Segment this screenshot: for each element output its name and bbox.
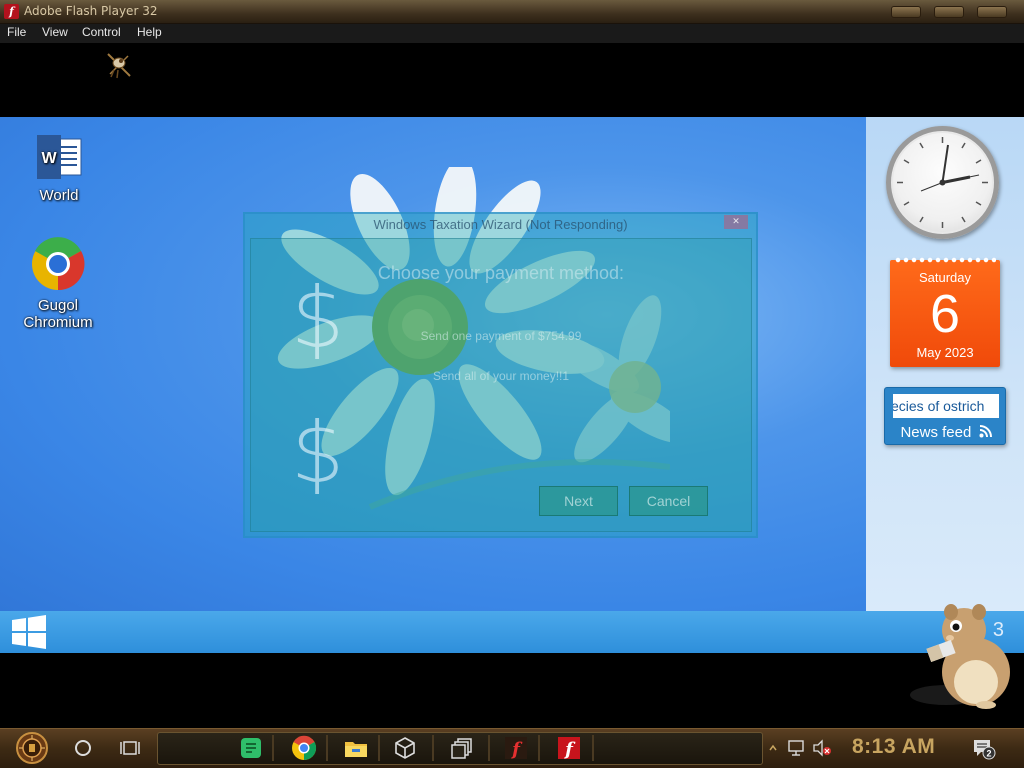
rss-icon <box>979 425 992 438</box>
hamster-mascot-icon[interactable] <box>906 600 1024 712</box>
taskbar-divider <box>432 735 434 761</box>
chromium-icon <box>32 237 85 291</box>
window-switcher-icon[interactable] <box>449 735 475 761</box>
close-button[interactable] <box>977 6 1007 18</box>
news-feed-text: News feed <box>900 424 972 441</box>
windows-start-icon[interactable] <box>11 615 47 649</box>
clock-face-icon <box>897 137 988 228</box>
news-feed-gadget[interactable]: ecies of ostrich News feed <box>884 387 1006 445</box>
task-view-icon[interactable] <box>120 739 140 757</box>
notifications-icon[interactable]: 2 <box>972 737 996 761</box>
start-orb-icon[interactable] <box>8 730 56 766</box>
calendar-day-of-week: Saturday <box>918 270 972 285</box>
show-hidden-icons[interactable] <box>768 742 778 754</box>
taskbar-divider <box>326 735 328 761</box>
desktop-icon-label: World <box>39 187 79 204</box>
payment-option-all[interactable]: Send all of your money!!1 <box>251 369 751 383</box>
chrome-app-icon[interactable] <box>291 735 317 761</box>
maximize-button[interactable] <box>934 6 964 18</box>
taskbar-divider <box>488 735 490 761</box>
window-title: Adobe Flash Player 32 <box>24 4 158 18</box>
calendar-month-year: May 2023 <box>916 345 974 360</box>
desktop-icon-label: Gugol <box>37 297 79 314</box>
taskbar-clock[interactable]: 8:13 AM <box>852 735 935 759</box>
calendar-day: 6 <box>929 284 961 344</box>
wizard-close-button[interactable]: ✕ <box>724 215 748 229</box>
bug-cursor-icon <box>107 53 131 79</box>
emulated-taskbar: 3 <box>0 611 1024 653</box>
desktop-icon-world[interactable]: W World <box>20 133 98 204</box>
wizard-body: Choose your payment method: $ Send one p… <box>250 238 752 532</box>
taskbar-divider <box>592 735 594 761</box>
title-bar: f Adobe Flash Player 32 <box>0 0 1024 24</box>
wizard-title: Windows Taxation Wizard (Not Responding) <box>373 217 628 232</box>
desktop-icon-label-line2: Chromium <box>23 314 93 331</box>
taskbar-divider <box>378 735 380 761</box>
desktop-icon-gugol-chromium[interactable]: Gugol Chromium <box>18 237 98 331</box>
calendar-rings <box>894 256 996 264</box>
dollar-icon[interactable]: $ <box>291 404 344 502</box>
calendar-gadget[interactable]: Saturday 6 May 2023 <box>890 256 1000 367</box>
search-circle-icon[interactable] <box>75 740 91 756</box>
taskbar-divider <box>272 735 274 761</box>
news-feed-label: News feed <box>885 424 1005 441</box>
dollar-icon[interactable]: $ <box>291 269 344 367</box>
news-ticker[interactable]: ecies of ostrich <box>893 394 999 418</box>
cancel-button[interactable]: Cancel <box>629 486 708 516</box>
menu-bar: File View Control Help <box>0 24 1024 43</box>
menu-view[interactable]: View <box>42 25 68 39</box>
menu-help[interactable]: Help <box>137 25 162 39</box>
flash-app-active-icon[interactable]: f <box>556 735 582 761</box>
taskbar-divider <box>538 735 540 761</box>
payment-option-one[interactable]: Send one payment of $754.99 <box>251 329 751 343</box>
menu-file[interactable]: File <box>7 25 26 39</box>
taxation-wizard-dialog[interactable]: Windows Taxation Wizard (Not Responding)… <box>243 212 758 538</box>
flash-player-icon: f <box>4 4 19 19</box>
volume-muted-icon[interactable] <box>812 739 832 757</box>
minimize-button[interactable] <box>891 6 921 18</box>
menu-control[interactable]: Control <box>82 25 121 39</box>
notification-count: 2 <box>986 749 991 759</box>
svg-text:W: W <box>41 150 57 167</box>
network-icon[interactable] <box>787 739 807 757</box>
next-button[interactable]: Next <box>539 486 618 516</box>
virtualbox-icon[interactable] <box>392 735 418 761</box>
flash-app-icon[interactable]: f <box>503 735 529 761</box>
file-explorer-icon[interactable] <box>343 735 369 761</box>
clock-gadget[interactable] <box>886 126 999 239</box>
notes-app-icon[interactable] <box>238 735 264 761</box>
word-icon: W <box>37 135 82 179</box>
